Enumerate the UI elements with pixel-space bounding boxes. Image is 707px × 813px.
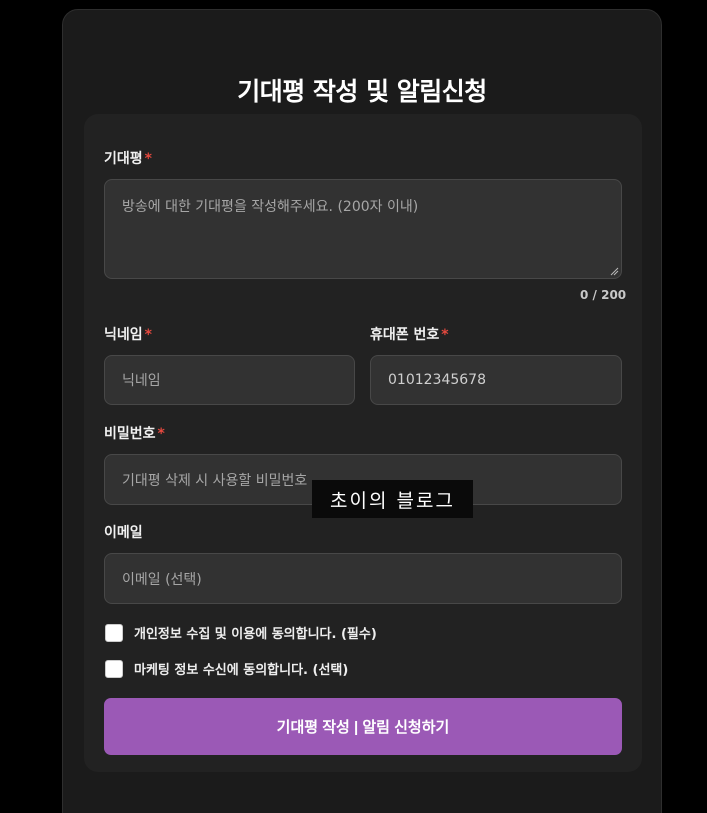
review-textarea[interactable]: 방송에 대한 기대평을 작성해주세요. (200자 이내) [104, 179, 622, 279]
blog-watermark: 초이의 블로그 [312, 480, 473, 518]
password-label-text: 비밀번호 [104, 426, 156, 442]
nickname-input[interactable]: 닉네임 [104, 355, 355, 405]
phone-input[interactable]: 01012345678 [370, 355, 622, 405]
nickname-placeholder: 닉네임 [122, 373, 161, 389]
email-label-text: 이메일 [104, 525, 143, 541]
form-card: 기대평 작성 및 알림신청 기대평 * 방송에 대한 기대평을 작성해주세요. (… [62, 9, 662, 813]
consent-privacy-checkbox[interactable] [105, 623, 123, 642]
review-label: 기대평 * [104, 148, 152, 168]
email-input[interactable]: 이메일 (선택) [104, 553, 622, 604]
form-panel: 기대평 * 방송에 대한 기대평을 작성해주세요. (200자 이내) 0 / 2… [84, 114, 642, 772]
consent-marketing-label: 마케팅 정보 수신에 동의합니다. (선택) [134, 663, 349, 678]
email-placeholder: 이메일 (선택) [122, 571, 202, 588]
consent-marketing-checkbox[interactable] [105, 659, 123, 678]
review-placeholder: 방송에 대한 기대평을 작성해주세요. (200자 이내) [122, 199, 419, 215]
review-char-counter: 0 / 200 [580, 288, 627, 302]
required-mark: * [157, 426, 165, 442]
required-mark: * [144, 151, 152, 167]
submit-button[interactable]: 기대평 작성 | 알림 신청하기 [104, 698, 622, 755]
page-title: 기대평 작성 및 알림신청 [237, 77, 487, 106]
consent-marketing-row[interactable]: 마케팅 정보 수신에 동의합니다. (선택) [105, 659, 348, 678]
email-label: 이메일 [104, 522, 143, 542]
required-mark: * [144, 327, 152, 343]
required-mark: * [441, 327, 449, 343]
password-label: 비밀번호 * [104, 423, 165, 443]
phone-label: 휴대폰 번호 * [370, 324, 449, 344]
password-placeholder: 기대평 삭제 시 사용할 비밀번호 [122, 472, 308, 489]
nickname-label: 닉네임 * [104, 324, 152, 344]
consent-privacy-row[interactable]: 개인정보 수집 및 이용에 동의합니다. (필수) [105, 623, 377, 642]
resize-handle-icon[interactable] [610, 267, 619, 276]
phone-value: 01012345678 [388, 372, 486, 388]
phone-label-text: 휴대폰 번호 [370, 327, 440, 343]
review-label-text: 기대평 [104, 151, 143, 167]
consent-privacy-label: 개인정보 수집 및 이용에 동의합니다. (필수) [134, 627, 377, 642]
nickname-label-text: 닉네임 [104, 327, 143, 343]
